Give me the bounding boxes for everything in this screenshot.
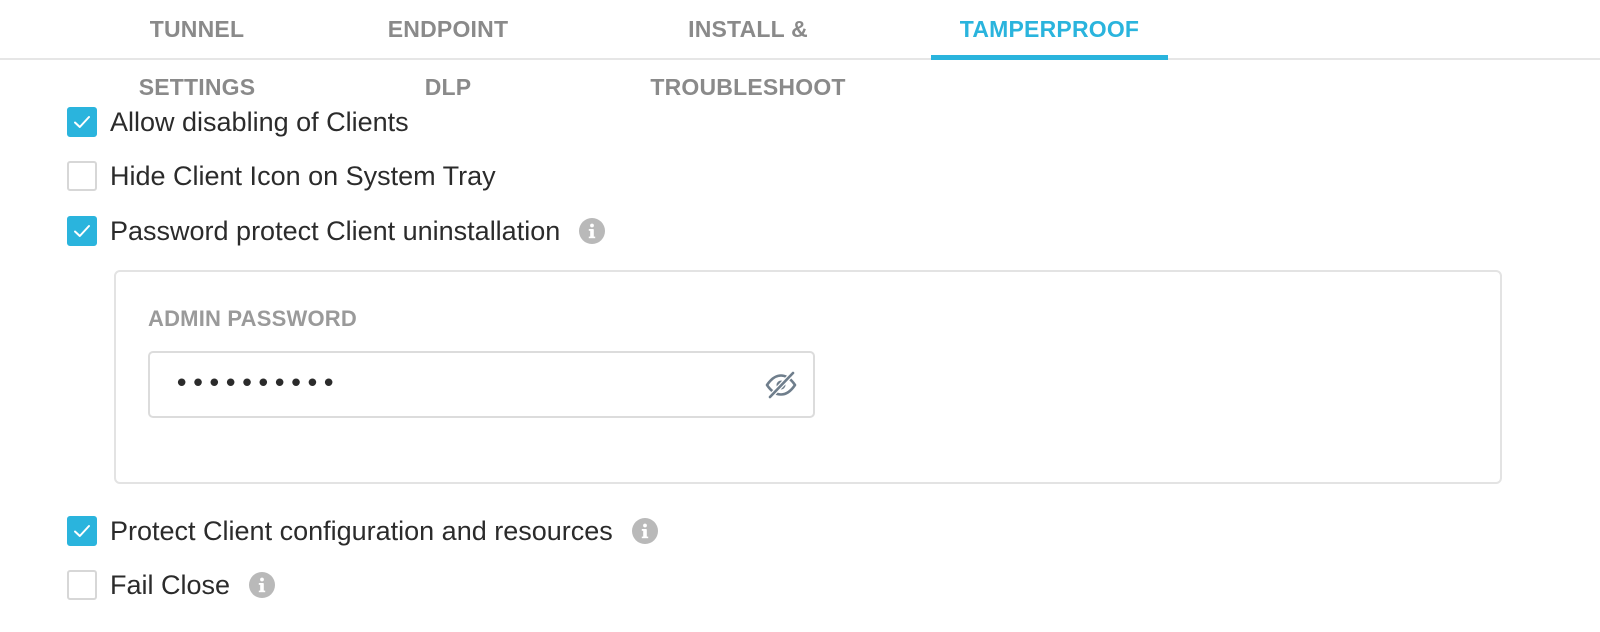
option-protect-config: Protect Client configuration and resourc… <box>67 514 658 548</box>
info-icon[interactable] <box>579 218 606 244</box>
admin-password-panel: ADMIN PASSWORD •••••••••• <box>114 270 1502 484</box>
tab-tunnel-settings[interactable]: TUNNEL SETTINGS <box>94 0 300 100</box>
hide-icon-checkbox[interactable] <box>67 161 97 191</box>
admin-password-input[interactable]: •••••••••• <box>148 351 815 418</box>
checkmark-icon <box>74 225 90 237</box>
fail-close-label: Fail Close <box>110 569 231 600</box>
admin-password-label: ADMIN PASSWORD <box>148 306 357 331</box>
tab-tamperproof[interactable]: TAMPERPROOF <box>931 0 1168 60</box>
info-icon[interactable] <box>631 518 658 544</box>
hide-icon-label: Hide Client Icon on System Tray <box>110 160 496 191</box>
option-hide-icon: Hide Client Icon on System Tray <box>67 159 496 193</box>
password-protect-label: Password protect Client uninstallation <box>110 215 561 246</box>
option-fail-close: Fail Close <box>67 568 276 602</box>
tab-endpoint-dlp[interactable]: ENDPOINT DLP <box>362 0 534 100</box>
allow-disabling-label: Allow disabling of Clients <box>110 106 409 137</box>
protect-config-label: Protect Client configuration and resourc… <box>110 515 613 546</box>
option-allow-disabling: Allow disabling of Clients <box>67 105 409 139</box>
password-protect-checkbox[interactable] <box>67 216 97 246</box>
tab-install-troubleshoot[interactable]: INSTALL & TROUBLESHOOT <box>596 0 900 100</box>
admin-password-value: •••••••••• <box>174 369 338 399</box>
tab-bar: TUNNEL SETTINGS ENDPOINT DLP INSTALL & T… <box>0 0 1600 100</box>
checkmark-icon <box>74 116 90 128</box>
allow-disabling-checkbox[interactable] <box>67 107 97 137</box>
eye-slash-icon[interactable] <box>763 367 799 403</box>
checkmark-icon <box>74 525 90 537</box>
info-icon[interactable] <box>249 572 276 598</box>
protect-config-checkbox[interactable] <box>67 516 97 546</box>
option-password-protect: Password protect Client uninstallation <box>67 214 606 248</box>
fail-close-checkbox[interactable] <box>67 570 97 600</box>
